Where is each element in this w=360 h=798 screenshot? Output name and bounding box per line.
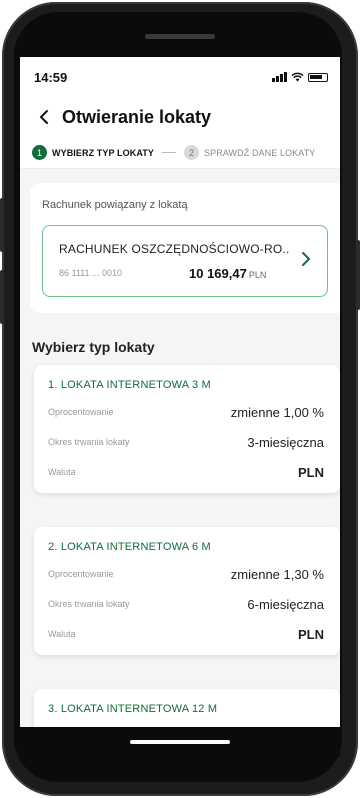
deposit-title: 3. LOKATA INTERNETOWA 12 M (48, 703, 218, 715)
deposit-title: 2. LOKATA INTERNETOWA 6 M (48, 541, 211, 553)
section-title: Wybierz typ lokaty (32, 339, 155, 355)
step-divider (161, 152, 176, 153)
navigation-bar (20, 727, 340, 757)
account-card[interactable]: RACHUNEK OSZCZĘDNOŚCIOWO-RO.. 86 1111 ..… (42, 225, 328, 297)
deposit-card[interactable]: 2. LOKATA INTERNETOWA 6 M Oprocentowanie… (34, 527, 340, 655)
volume-button (0, 198, 4, 252)
status-icons (272, 72, 328, 82)
step-1-label: WYBIERZ TYP LOKATY (52, 147, 154, 158)
duration-value: 3-miesięczna (247, 435, 324, 450)
battery-icon (308, 72, 328, 82)
status-bar: 14:59 (20, 57, 340, 97)
account-number: 86 1111 ... 0010 (59, 268, 123, 278)
chevron-left-icon (40, 110, 48, 124)
linked-account-section: Rachunek powiązany z lokatą RACHUNEK OSZ… (30, 183, 340, 313)
currency-label: Waluta (48, 629, 76, 639)
interest-label: Oprocentowanie (48, 569, 114, 579)
app-header: Otwieranie lokaty (20, 97, 340, 137)
deposit-title: 1. LOKATA INTERNETOWA 3 M (48, 379, 211, 391)
page-title: Otwieranie lokaty (62, 106, 212, 127)
speaker-grille (145, 34, 215, 39)
currency-value: PLN (298, 627, 324, 642)
account-select-button[interactable] (295, 248, 317, 270)
step-1-number: 1 (32, 145, 47, 160)
wifi-icon (291, 72, 304, 82)
power-button (356, 240, 360, 310)
interest-label: Oprocentowanie (48, 407, 114, 417)
step-2-label: SPRAWDŹ DANE LOKATY (203, 147, 316, 158)
duration-label: Okres trwania lokaty (48, 599, 130, 609)
account-balance: 10 169,47 PLN (189, 266, 266, 281)
back-button[interactable] (30, 103, 58, 131)
account-caption: Rachunek powiązany z lokatą (42, 199, 188, 211)
deposit-card[interactable]: 1. LOKATA INTERNETOWA 3 M Oprocentowanie… (34, 365, 340, 493)
account-name: RACHUNEK OSZCZĘDNOŚCIOWO-RO.. (59, 242, 290, 256)
step-2-number: 2 (183, 145, 199, 160)
app-screen: 14:59 Otwieranie lokaty 1 WYBIERZ TYP LO… (20, 57, 340, 757)
interest-value: zmienne 1,00 % (230, 405, 324, 420)
signal-icon (272, 72, 287, 82)
home-indicator[interactable] (130, 740, 230, 744)
status-time: 14:59 (34, 69, 68, 85)
chevron-right-icon (302, 252, 310, 266)
volume-button (0, 270, 4, 324)
progress-steps: 1 WYBIERZ TYP LOKATY 2 SPRAWDŹ DANE LOKA… (20, 137, 340, 169)
account-currency: PLN (248, 270, 267, 280)
account-balance-value: 10 169,47 (189, 266, 247, 281)
interest-value: zmienne 1,30 % (230, 567, 324, 582)
currency-label: Waluta (48, 467, 76, 477)
currency-value: PLN (298, 465, 324, 480)
duration-label: Okres trwania lokaty (48, 437, 130, 447)
duration-value: 6-miesięczna (247, 597, 324, 612)
